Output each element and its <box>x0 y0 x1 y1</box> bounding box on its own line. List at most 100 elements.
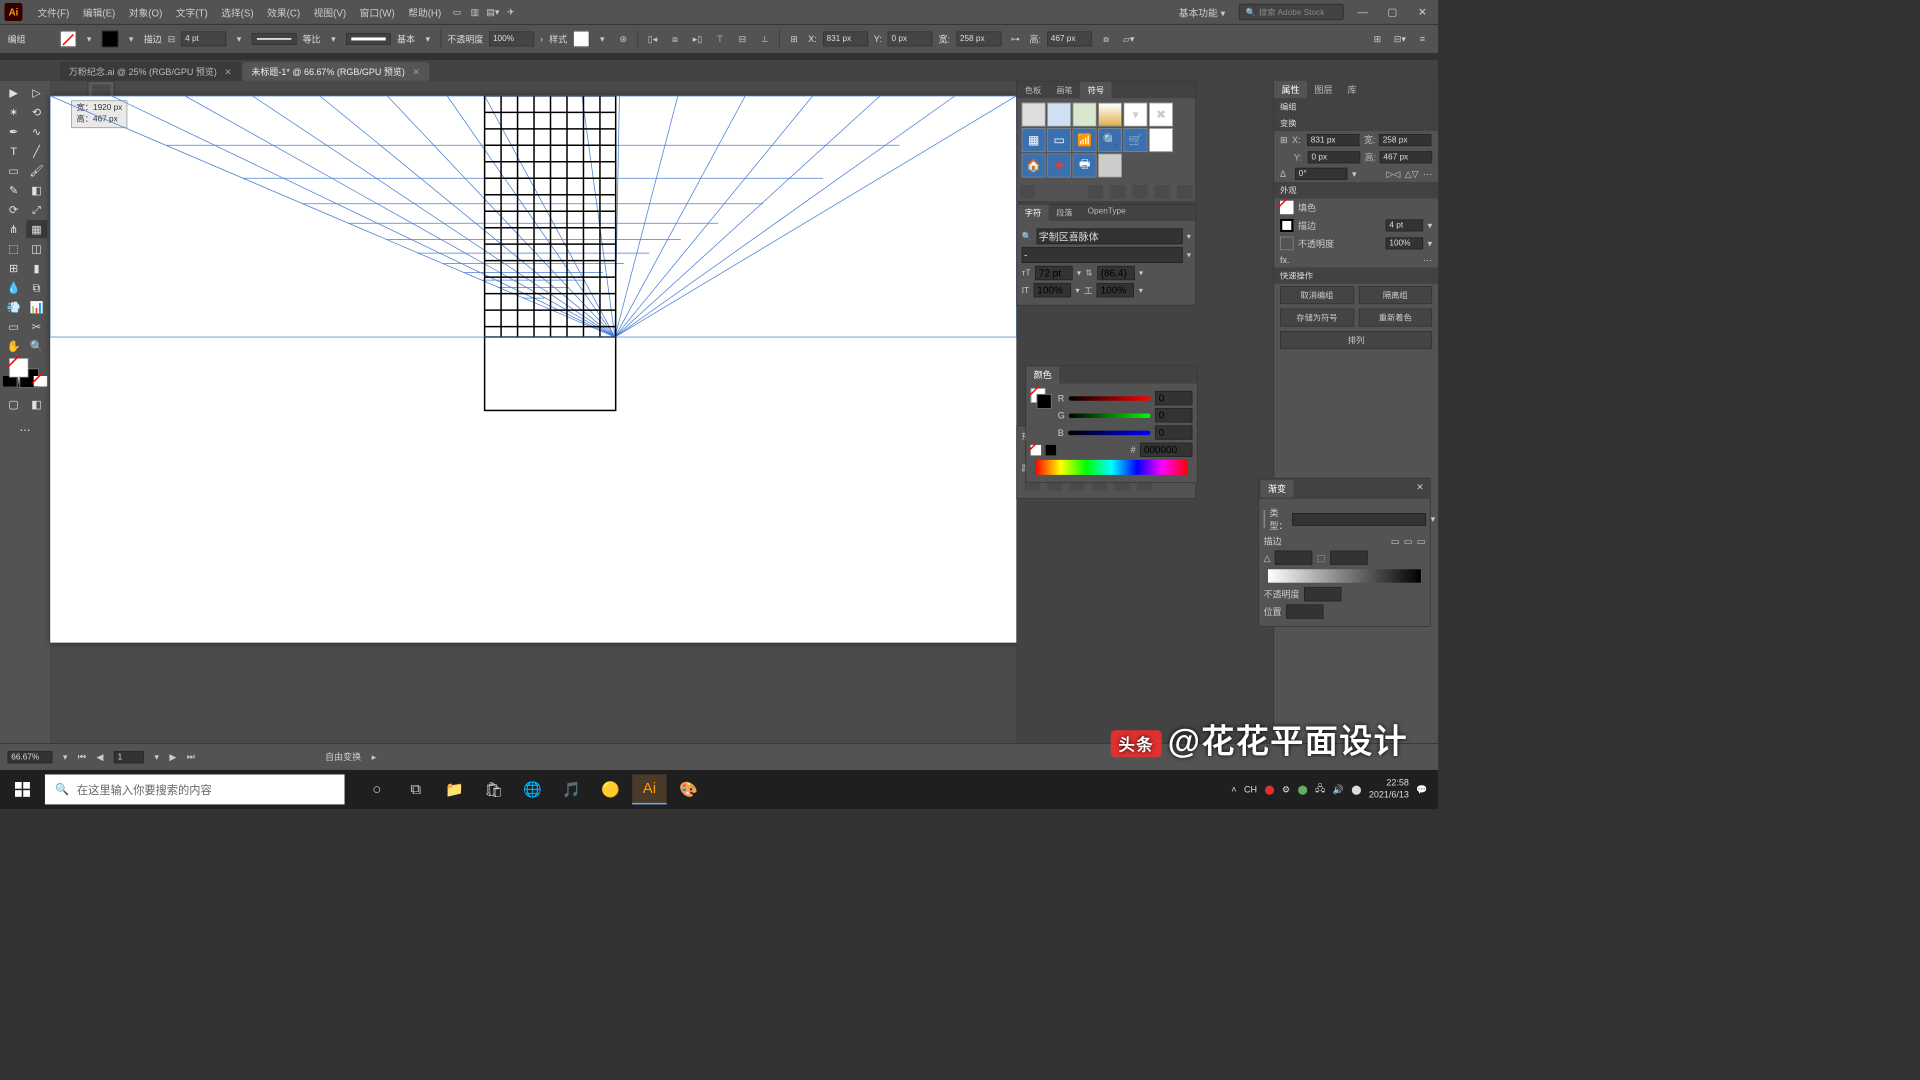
menu-window[interactable]: 窗口(W) <box>354 2 401 22</box>
fill-dropdown[interactable]: ▾ <box>82 34 95 44</box>
workspace-switcher[interactable]: 基本功能 ▾ <box>1173 2 1232 22</box>
character-tab[interactable]: 字符 <box>1017 204 1048 220</box>
r-input[interactable] <box>1155 391 1192 405</box>
perspective-tool[interactable]: ◫ <box>26 240 47 258</box>
w-input[interactable] <box>956 31 1001 46</box>
font-style-input[interactable] <box>1022 247 1183 263</box>
align-bottom-icon[interactable]: ⊥ <box>757 31 773 47</box>
cortana-icon[interactable]: ○ <box>360 774 394 804</box>
artboard[interactable]: 宽：1920 px高：467 px <box>50 96 1016 643</box>
blend-tool[interactable]: ⧉ <box>26 279 47 297</box>
align-vcenter-icon[interactable]: ⊟ <box>734 31 750 47</box>
d3[interactable]: ▾ <box>1076 285 1080 295</box>
music-icon[interactable]: 🎵 <box>554 774 588 804</box>
menu-effect[interactable]: 效果(C) <box>261 2 306 22</box>
tray-icon[interactable]: ⬤ <box>1264 784 1274 794</box>
gradient-ramp[interactable] <box>1268 569 1421 582</box>
gradient-tab[interactable]: 渐变 <box>1261 480 1294 497</box>
symbol-item[interactable] <box>1073 103 1097 127</box>
symbol-item[interactable]: 🏠 <box>1022 154 1046 178</box>
tray-expand-icon[interactable]: ˄ <box>1231 784 1236 794</box>
grad-type-input[interactable] <box>1292 513 1426 526</box>
dash-drop[interactable]: ▾ <box>327 34 340 44</box>
network-icon[interactable]: 🖧 <box>1315 782 1325 798</box>
fill-swatch[interactable] <box>60 31 76 47</box>
lasso-tool[interactable]: ⟲ <box>26 103 47 121</box>
taskbar-search[interactable]: 🔍在这里输入你要搜索的内容 <box>45 774 345 804</box>
screen-mode-normal[interactable]: ▢ <box>3 395 24 413</box>
arrange-button[interactable]: 排列 <box>1280 331 1432 349</box>
panel-toggle-3[interactable]: ≡ <box>1414 31 1430 47</box>
prop-fill-swatch[interactable] <box>1280 201 1293 214</box>
d4[interactable]: ▾ <box>1139 285 1143 295</box>
menu-select[interactable]: 选择(S) <box>215 2 259 22</box>
free-transform-tool[interactable]: ▦ <box>26 220 47 238</box>
symbol-item[interactable]: ▦ <box>1098 154 1122 178</box>
opacity-caret[interactable]: › <box>540 34 543 44</box>
stroke-weight-drop[interactable]: ▾ <box>232 34 245 44</box>
symbol-item[interactable] <box>1149 128 1173 152</box>
task-view-icon[interactable]: ⧉ <box>398 774 432 804</box>
symbol-item[interactable]: 🔍 <box>1098 128 1122 152</box>
b-slider[interactable] <box>1068 430 1150 434</box>
artboard-tool[interactable]: ▭ <box>3 318 24 336</box>
leading-input[interactable] <box>1097 266 1134 280</box>
close-tab-icon[interactable]: ✕ <box>224 66 232 76</box>
type-tool[interactable]: T <box>3 142 24 160</box>
menu-edit[interactable]: 编辑(E) <box>77 2 121 22</box>
color-tab[interactable]: 颜色 <box>1026 366 1059 383</box>
width-tool[interactable]: ⋔ <box>3 220 24 238</box>
notifications-icon[interactable]: 💬 <box>1416 784 1427 794</box>
r-slider[interactable] <box>1069 396 1151 400</box>
close-tab-icon[interactable]: ✕ <box>412 66 420 76</box>
clock[interactable]: 22:582021/6/13 <box>1369 778 1409 801</box>
g-slider[interactable] <box>1069 413 1150 417</box>
search-stock[interactable]: 🔍 搜索 Adobe Stock <box>1239 4 1344 20</box>
g-input[interactable] <box>1155 408 1192 422</box>
options-icon[interactable] <box>1133 185 1148 198</box>
font-size-input[interactable] <box>1035 266 1072 280</box>
prop-x-input[interactable] <box>1307 134 1359 146</box>
recolor-icon[interactable]: ⊛ <box>615 31 631 47</box>
isolate-button[interactable]: 隔离组 <box>1358 286 1432 304</box>
properties-tab[interactable]: 属性 <box>1274 81 1307 98</box>
opentype-tab[interactable]: OpenType <box>1080 204 1133 220</box>
none-swatch[interactable] <box>1031 445 1041 455</box>
selection-tool[interactable]: ▶ <box>3 84 24 102</box>
store-icon[interactable]: 🛍 <box>476 774 510 804</box>
break-icon[interactable] <box>1110 185 1125 198</box>
grad-pos-input[interactable] <box>1286 604 1323 618</box>
stroke-dash-preview[interactable] <box>252 33 297 45</box>
more-appearance-icon[interactable]: ⋯ <box>1423 255 1432 265</box>
align-top-icon[interactable]: ⊤ <box>712 31 728 47</box>
nav-last-icon[interactable]: ⏭ <box>187 751 195 762</box>
flip-v-icon[interactable]: △▽ <box>1405 169 1419 179</box>
prop-stroke-input[interactable] <box>1386 219 1423 231</box>
ov-drop[interactable]: ▾ <box>1428 238 1433 248</box>
stroke-swatch[interactable] <box>102 31 118 47</box>
curvature-tool[interactable]: ∿ <box>26 123 47 141</box>
lib-icon[interactable] <box>1020 185 1035 198</box>
style-swatch[interactable] <box>573 31 589 47</box>
delete-icon[interactable] <box>1178 185 1193 198</box>
zoom-tool[interactable]: 🔍 <box>26 337 47 355</box>
menu-help[interactable]: 帮助(H) <box>402 2 447 22</box>
align-left-icon[interactable]: ▯◂ <box>644 31 660 47</box>
prop-angle-input[interactable] <box>1295 168 1347 180</box>
transform-ref-icon[interactable]: ⊞ <box>786 31 802 47</box>
document-tab[interactable]: 未标题-1* @ 66.67% (RGB/GPU 预览)✕ <box>242 62 428 81</box>
arrange-icon[interactable]: ▥ <box>467 4 483 20</box>
style-drop[interactable]: ▾ <box>596 34 609 44</box>
link-wh-icon[interactable]: ⊶ <box>1007 31 1023 47</box>
align-right-icon[interactable]: ▸▯ <box>689 31 705 47</box>
recolor-button[interactable]: 重新着色 <box>1358 309 1432 327</box>
symbol-item[interactable]: ✚ <box>1047 154 1071 178</box>
h-input[interactable] <box>1047 31 1092 46</box>
panel-toggle-1[interactable]: ⊞ <box>1369 31 1385 47</box>
symbol-item[interactable]: ▾ <box>1124 103 1148 127</box>
align-hcenter-icon[interactable]: ⧈ <box>667 31 683 47</box>
hscale-input[interactable] <box>1034 283 1071 297</box>
artboard-drop[interactable]: ▾ <box>154 752 159 762</box>
style-drop[interactable]: ▾ <box>1187 250 1191 260</box>
menu-file[interactable]: 文件(F) <box>31 2 75 22</box>
